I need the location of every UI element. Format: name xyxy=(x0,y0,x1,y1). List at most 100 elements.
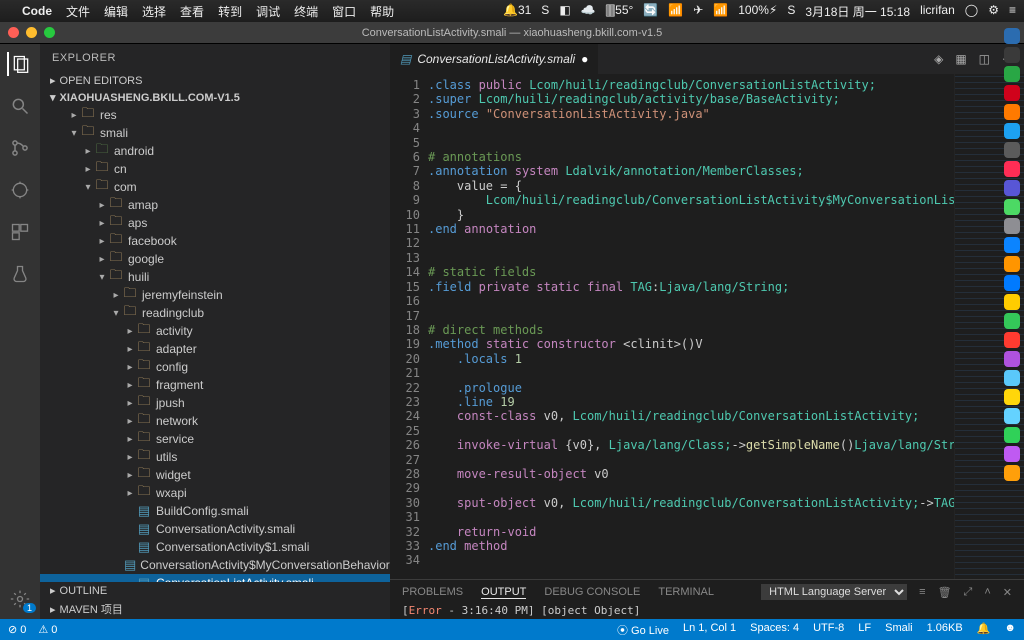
menubar-status-item[interactable]: 🔄 xyxy=(643,3,658,20)
folder-item[interactable]: ▸🗀google xyxy=(40,250,390,268)
dock-app-icon[interactable] xyxy=(1004,275,1020,291)
explorer-icon[interactable] xyxy=(7,52,31,76)
folder-item[interactable]: ▸🗀config xyxy=(40,358,390,376)
tab-dirty-icon[interactable]: ● xyxy=(581,52,588,66)
menubar-status-item[interactable]: S xyxy=(541,3,549,20)
minimize-icon[interactable] xyxy=(26,27,37,38)
menubar-status-item[interactable]: ✈ xyxy=(693,3,703,20)
folder-item[interactable]: ▾🗀smali xyxy=(40,124,390,142)
menubar-status-item[interactable]: 📶 xyxy=(668,3,683,20)
dock-app-icon[interactable] xyxy=(1004,28,1020,44)
zoom-icon[interactable] xyxy=(44,27,55,38)
debug-icon[interactable] xyxy=(8,178,32,202)
folder-item[interactable]: ▸🗀facebook xyxy=(40,232,390,250)
folder-item[interactable]: ▸🗀res xyxy=(40,106,390,124)
settings-gear-icon[interactable]: 1 xyxy=(8,587,32,611)
lock-icon[interactable]: ⤢ xyxy=(964,586,973,599)
extensions-icon[interactable] xyxy=(8,220,32,244)
menubar-status-item[interactable]: licrifan xyxy=(920,3,955,20)
macos-dock[interactable] xyxy=(1002,24,1022,618)
project-section[interactable]: ▾XIAOHUASHENG.BKILL.COM-V1.5 xyxy=(40,89,390,106)
dock-app-icon[interactable] xyxy=(1004,85,1020,101)
dock-app-icon[interactable] xyxy=(1004,313,1020,329)
menu-终端[interactable]: 终端 xyxy=(294,5,318,19)
folder-item[interactable]: ▸🗀android xyxy=(40,142,390,160)
folder-item[interactable]: ▸🗀utils xyxy=(40,448,390,466)
menu-选择[interactable]: 选择 xyxy=(142,5,166,19)
test-icon[interactable] xyxy=(8,262,32,286)
panel-tab-problems[interactable]: PROBLEMS xyxy=(402,586,463,598)
folder-item[interactable]: ▾🗀huili xyxy=(40,268,390,286)
folder-item[interactable]: ▸🗀service xyxy=(40,430,390,448)
status-item[interactable]: Ln 1, Col 1 xyxy=(683,622,736,638)
status-item[interactable]: LF xyxy=(858,622,871,638)
status-item[interactable]: ☻ xyxy=(1004,622,1016,638)
status-item[interactable]: 🔔 xyxy=(977,622,991,638)
status-item[interactable]: Spaces: 4 xyxy=(750,622,799,638)
close-icon[interactable] xyxy=(8,27,19,38)
file-item[interactable]: ▤BuildConfig.smali xyxy=(40,502,390,520)
menu-窗口[interactable]: 窗口 xyxy=(332,5,356,19)
dock-app-icon[interactable] xyxy=(1004,47,1020,63)
status-item[interactable]: ⚠ 0 xyxy=(38,623,57,636)
folder-item[interactable]: ▸🗀aps xyxy=(40,214,390,232)
dock-app-icon[interactable] xyxy=(1004,465,1020,481)
menubar-status-item[interactable]: ⚙ xyxy=(988,3,999,20)
source-control-icon[interactable] xyxy=(8,136,32,160)
folder-item[interactable]: ▸🗀adapter xyxy=(40,340,390,358)
menubar-status-item[interactable]: 📶 xyxy=(713,3,728,20)
window-controls[interactable] xyxy=(0,27,55,38)
maven-section[interactable]: ▸MAVEN 项目 xyxy=(40,599,390,619)
menu-帮助[interactable]: 帮助 xyxy=(370,5,394,19)
dock-app-icon[interactable] xyxy=(1004,351,1020,367)
dock-app-icon[interactable] xyxy=(1004,408,1020,424)
dock-app-icon[interactable] xyxy=(1004,104,1020,120)
dock-app-icon[interactable] xyxy=(1004,332,1020,348)
status-item[interactable]: ⊘ 0 xyxy=(8,623,26,636)
panel-tab-debug console[interactable]: DEBUG CONSOLE xyxy=(544,586,640,598)
menu-转到[interactable]: 转到 xyxy=(218,5,242,19)
menubar-status-item[interactable]: ☁️ xyxy=(581,3,596,20)
dock-app-icon[interactable] xyxy=(1004,427,1020,443)
app-menu[interactable]: Code xyxy=(22,4,52,18)
dock-app-icon[interactable] xyxy=(1004,66,1020,82)
folder-item[interactable]: ▾🗀readingclub xyxy=(40,304,390,322)
split-editor-icon[interactable]: ◫ xyxy=(979,52,990,66)
dock-app-icon[interactable] xyxy=(1004,446,1020,462)
dock-app-icon[interactable] xyxy=(1004,294,1020,310)
menubar-status-item[interactable]: ◯ xyxy=(965,3,978,20)
status-item[interactable]: Smali xyxy=(885,622,913,638)
editor-body[interactable]: 1234567891011121314151617181920212223242… xyxy=(390,74,1024,579)
filter-icon[interactable]: ≡ xyxy=(919,586,925,598)
menubar-status-item[interactable]: 🀫55° xyxy=(606,3,634,20)
file-item[interactable]: ▤ConversationActivity$MyConversationBeha… xyxy=(40,556,390,574)
menubar-status-item[interactable]: 3月18日 周一 15:18 xyxy=(805,3,910,20)
code-content[interactable]: .class public Lcom/huili/readingclub/Con… xyxy=(428,74,954,579)
dock-app-icon[interactable] xyxy=(1004,123,1020,139)
output-channel-select[interactable]: HTML Language Server xyxy=(761,584,907,600)
status-item[interactable]: UTF-8 xyxy=(813,622,844,638)
dock-app-icon[interactable] xyxy=(1004,237,1020,253)
folder-item[interactable]: ▸🗀jeremyfeinstein xyxy=(40,286,390,304)
folder-item[interactable]: ▸🗀fragment xyxy=(40,376,390,394)
folder-item[interactable]: ▸🗀amap xyxy=(40,196,390,214)
outline-section[interactable]: ▸OUTLINE xyxy=(40,582,390,599)
search-icon[interactable] xyxy=(8,94,32,118)
menubar-status-item[interactable]: 🔔31 xyxy=(503,3,531,20)
menubar-status-item[interactable]: 100%⚡︎ xyxy=(738,3,777,20)
dock-app-icon[interactable] xyxy=(1004,199,1020,215)
panel-tab-terminal[interactable]: TERMINAL xyxy=(658,586,714,598)
folder-item[interactable]: ▸🗀network xyxy=(40,412,390,430)
chevron-up-icon[interactable]: ˄ xyxy=(984,586,990,598)
folder-item[interactable]: ▸🗀cn xyxy=(40,160,390,178)
dock-app-icon[interactable] xyxy=(1004,389,1020,405)
folder-item[interactable]: ▸🗀jpush xyxy=(40,394,390,412)
tab-active[interactable]: ▤ ConversationListActivity.smali ● xyxy=(390,44,599,74)
menu-调试[interactable]: 调试 xyxy=(256,5,280,19)
dock-app-icon[interactable] xyxy=(1004,161,1020,177)
menubar-status-item[interactable]: ◧ xyxy=(559,3,570,20)
dock-app-icon[interactable] xyxy=(1004,180,1020,196)
clear-icon[interactable]: 🗑 xyxy=(938,586,952,599)
compass-icon[interactable]: ◈ xyxy=(934,52,943,66)
folder-item[interactable]: ▸🗀widget xyxy=(40,466,390,484)
